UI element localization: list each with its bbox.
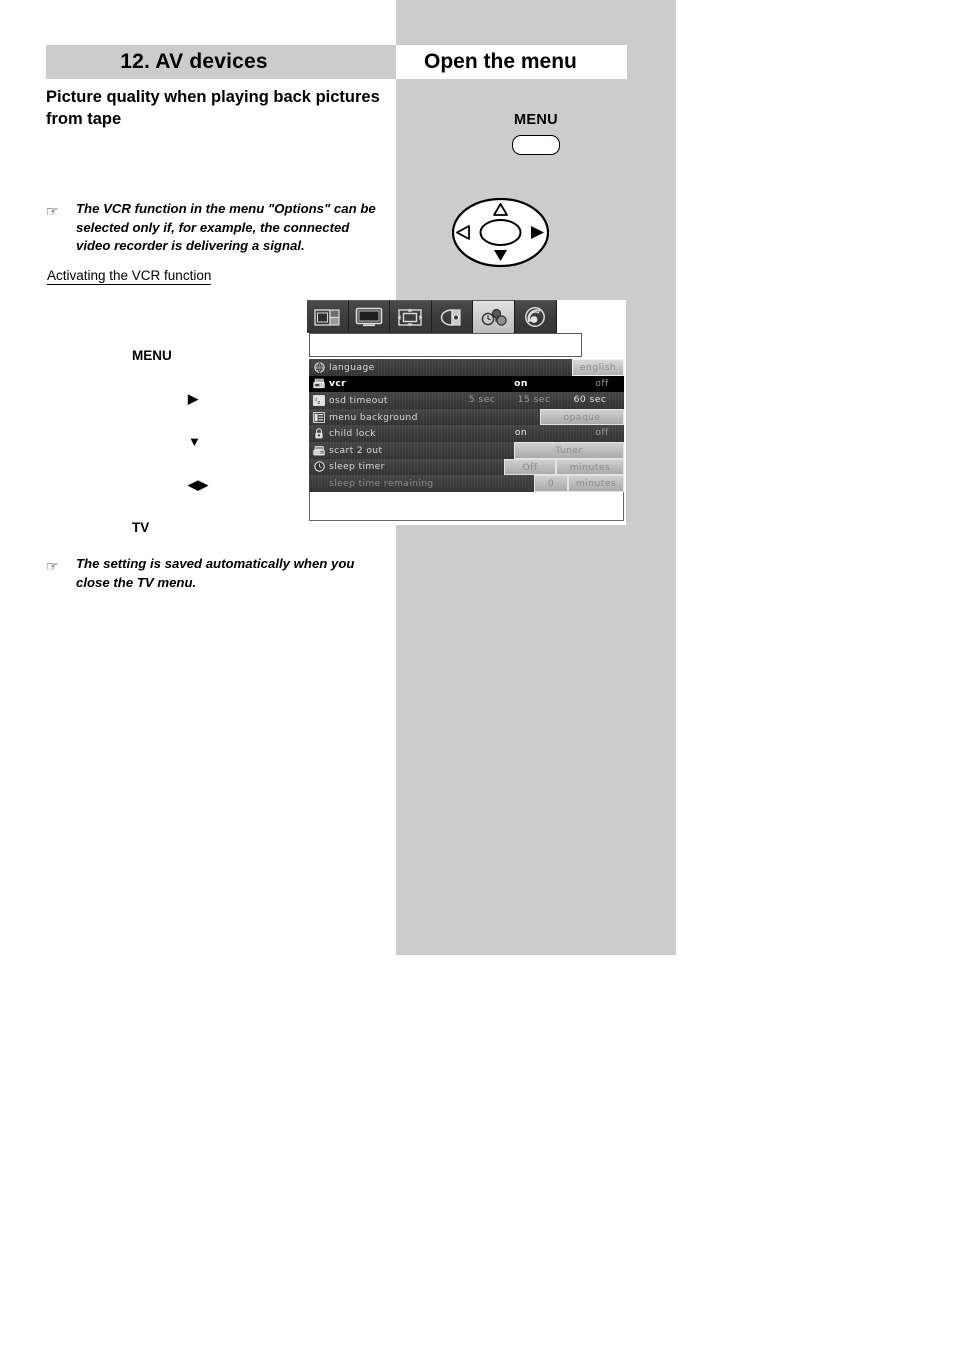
row-values: 5 sec 15 sec 60 sec: [464, 392, 624, 409]
value-language[interactable]: english: [572, 359, 624, 376]
value-menu-background[interactable]: opaque: [540, 408, 624, 426]
row-label: scart 2 out: [329, 444, 383, 456]
row-label: language: [329, 361, 375, 373]
sleep-z-icon: z z: [309, 395, 329, 406]
row-values: Tuner: [464, 441, 624, 459]
value-osd-15sec[interactable]: 15 sec: [514, 392, 554, 409]
row-label: vcr: [329, 378, 347, 390]
row-values: on off: [464, 375, 624, 393]
section-title: Open the menu: [424, 50, 577, 73]
row-values: Off minutes: [464, 458, 624, 476]
table-row[interactable]: language english: [309, 359, 624, 376]
lock-icon: [309, 428, 329, 439]
tv-menu-tabbar: [307, 300, 557, 333]
table-row[interactable]: vcr on off: [309, 375, 624, 393]
table-row: sleep time remaining 0 minutes: [309, 475, 624, 492]
step-sequence-list: MENU ▶ ▼ ◀▶ TV: [132, 334, 302, 549]
row-label: sleep timer: [329, 461, 385, 473]
dpad-illustration: [452, 198, 549, 267]
step-right: ▶: [132, 377, 302, 420]
value-scart2out[interactable]: Tuner: [514, 441, 624, 459]
tab-options[interactable]: [473, 300, 515, 333]
row-label: child lock: [329, 428, 376, 440]
value-sleep-remaining-unit: minutes: [568, 475, 624, 492]
value-childlock-off[interactable]: off: [590, 425, 614, 442]
table-row[interactable]: z z osd timeout 5 sec 15 sec 60 sec: [309, 392, 624, 409]
sub-heading-activating-vcr: Activating the VCR function: [47, 268, 212, 285]
note-auto-save: ☞ The setting is saved automatically whe…: [46, 555, 396, 592]
table-row[interactable]: menu background opaque: [309, 408, 624, 426]
tab-picture-in-picture[interactable]: [307, 300, 349, 333]
value-childlock-on[interactable]: on: [508, 425, 534, 442]
row-values: english: [464, 359, 624, 376]
row-label: menu background: [329, 411, 418, 423]
right-arrow-icon: ▶: [188, 391, 198, 406]
table-row[interactable]: sleep timer Off minutes: [309, 458, 624, 476]
tv-menu-footer: [309, 492, 624, 521]
value-sleep-remaining: 0: [534, 475, 568, 492]
step-down: ▼: [132, 420, 302, 463]
tv-menu-option-list: language english vcr on off z z osd time…: [309, 359, 624, 492]
menu-background-icon: [309, 411, 329, 423]
tv-menu-screenshot: language english vcr on off z z osd time…: [307, 300, 626, 525]
table-row[interactable]: child lock on off: [309, 425, 624, 442]
row-values: on off: [464, 425, 624, 442]
step-tv: TV: [132, 506, 302, 549]
svg-text:z: z: [317, 400, 320, 406]
value-vcr-off[interactable]: off: [590, 376, 614, 393]
row-label: osd timeout: [329, 394, 388, 406]
value-sleeptimer-unit[interactable]: minutes: [556, 458, 624, 476]
clock-icon: [309, 461, 329, 473]
page-subtitle: Picture quality when playing back pictur…: [46, 88, 380, 128]
tab-screen[interactable]: [348, 300, 391, 333]
tab-sound[interactable]: [431, 300, 474, 333]
row-values: 0 minutes: [464, 475, 624, 492]
down-arrow-icon: ▼: [188, 434, 201, 449]
note-vcr-availability: ☞ The VCR function in the menu "Options"…: [46, 200, 396, 256]
table-row[interactable]: scart 2 out Tuner: [309, 441, 624, 459]
value-osd-5sec[interactable]: 5 sec: [464, 392, 500, 409]
tab-picture-format[interactable]: [390, 300, 432, 333]
left-right-arrow-icon: ◀▶: [188, 477, 208, 492]
pointing-hand-icon: ☞: [46, 203, 59, 219]
step-label: TV: [132, 520, 150, 535]
menu-button[interactable]: [512, 135, 560, 155]
scart-icon: [309, 445, 329, 456]
pointing-hand-icon: ☞: [46, 558, 59, 574]
chapter-title: 12. AV devices: [120, 50, 268, 73]
value-sleeptimer-off[interactable]: Off: [504, 458, 556, 476]
step-menu: MENU: [132, 334, 302, 377]
globe-icon: [309, 362, 329, 373]
step-label: MENU: [132, 348, 172, 363]
row-label: sleep time remaining: [329, 477, 434, 489]
menu-key-illustration: MENU: [396, 112, 676, 155]
value-osd-60sec[interactable]: 60 sec: [566, 392, 614, 409]
row-values: opaque: [464, 408, 624, 426]
menu-key-label: MENU: [514, 112, 558, 128]
value-vcr-on[interactable]: on: [508, 375, 534, 393]
vcr-icon: [309, 378, 329, 389]
tab-antenna[interactable]: [514, 300, 557, 333]
section-header-band: Open the menu: [396, 45, 627, 79]
tv-menu-titlebar: [309, 333, 582, 357]
step-left-right: ◀▶: [132, 463, 302, 506]
tv-titlebar-filler: [582, 333, 626, 357]
note-text: The setting is saved automatically when …: [76, 556, 355, 590]
note-text: The VCR function in the menu "Options" c…: [76, 201, 376, 254]
